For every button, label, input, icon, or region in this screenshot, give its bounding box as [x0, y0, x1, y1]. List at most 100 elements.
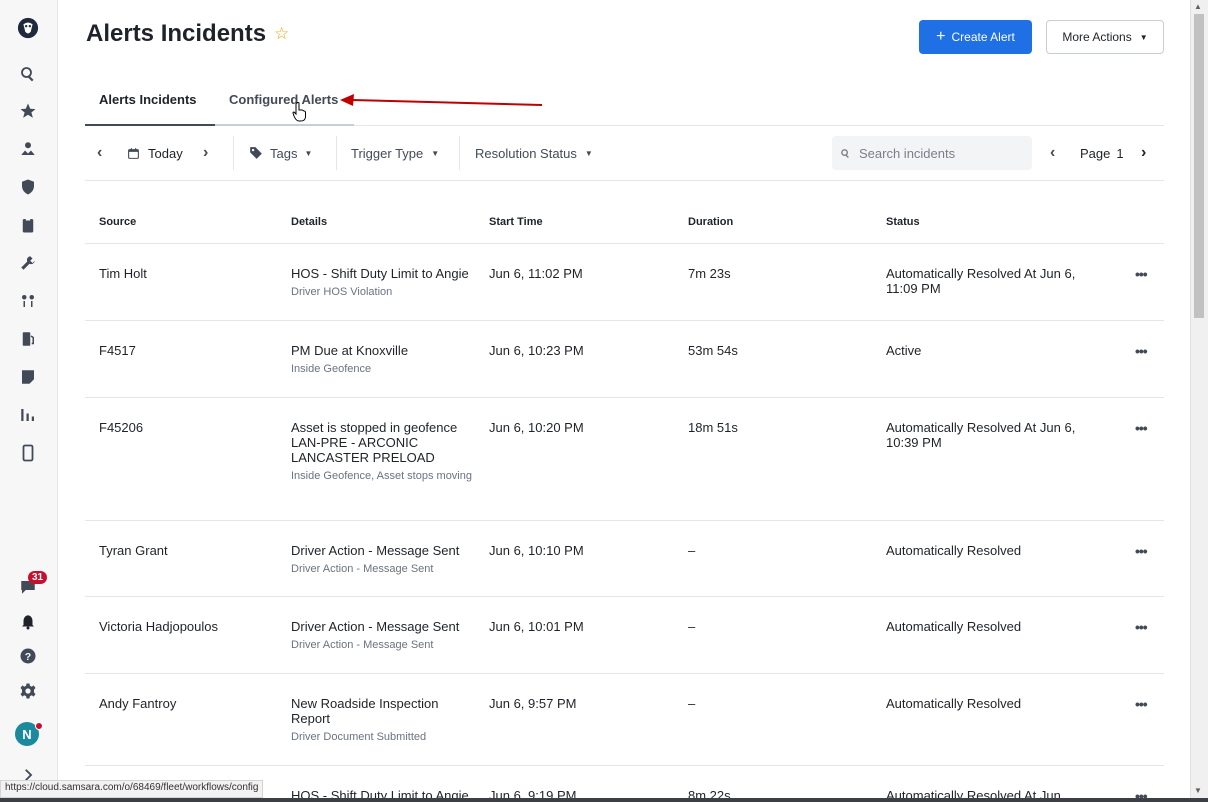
more-actions-label: More Actions	[1062, 30, 1132, 44]
caret-down-icon: ▼	[304, 148, 313, 158]
next-page-button[interactable]: ›	[1141, 126, 1146, 180]
row-detail-sub: Driver Action - Message Sent	[291, 563, 434, 575]
tags-filter[interactable]: Tags ▼	[249, 126, 312, 180]
row-duration: –	[688, 696, 696, 711]
col-status[interactable]: Status	[886, 216, 920, 228]
search-icon[interactable]	[17, 63, 39, 85]
row-source[interactable]: F45206	[99, 420, 143, 435]
documents-icon[interactable]	[17, 366, 39, 388]
row-more-icon[interactable]: •••	[1135, 266, 1148, 282]
row-duration: –	[688, 619, 696, 634]
row-more-icon[interactable]: •••	[1135, 696, 1148, 712]
scrollbar-thumb[interactable]	[1194, 14, 1204, 318]
row-detail-sub: Driver HOS Violation	[291, 286, 393, 298]
row-more-icon[interactable]: •••	[1135, 343, 1148, 359]
row-source[interactable]: Tyran Grant	[99, 543, 168, 558]
row-status: Automatically Resolved At Jun 6, 11:09 P…	[886, 266, 1076, 296]
fleet-map-icon[interactable]	[17, 138, 39, 160]
col-duration[interactable]: Duration	[688, 216, 733, 228]
row-detail-sub: Driver Document Submitted	[291, 731, 427, 743]
plus-icon: +	[936, 28, 946, 45]
row-source[interactable]: Victoria Hadjopoulos	[99, 619, 218, 634]
bottom-border	[0, 798, 1208, 802]
tab-alerts-incidents[interactable]: Alerts Incidents	[99, 92, 197, 107]
row-more-icon[interactable]: •••	[1135, 619, 1148, 635]
row-more-icon[interactable]: •••	[1135, 543, 1148, 559]
create-alert-button[interactable]: + Create Alert	[919, 20, 1032, 54]
tab-configured-alerts[interactable]: Configured Alerts	[229, 92, 338, 107]
prev-date-button[interactable]: ‹	[97, 126, 102, 180]
date-picker[interactable]: Today	[127, 126, 183, 180]
row-detail-title: Driver Action - Message Sent	[291, 543, 460, 558]
next-date-button[interactable]: ›	[203, 126, 208, 180]
svg-text:?: ?	[25, 651, 31, 663]
fuel-icon[interactable]	[17, 328, 39, 350]
create-alert-label: Create Alert	[951, 30, 1015, 44]
col-details[interactable]: Details	[291, 216, 327, 228]
col-start-time[interactable]: Start Time	[489, 216, 543, 228]
row-duration: –	[688, 543, 696, 558]
resolution-status-label: Resolution Status	[475, 145, 577, 161]
prev-page-button[interactable]: ‹	[1050, 126, 1055, 180]
table-row[interactable]: Victoria Hadjopoulos Driver Action - Mes…	[85, 597, 1164, 674]
table-row[interactable]: F45206 Asset is stopped in geofence LAN-…	[85, 398, 1164, 521]
search-icon	[841, 148, 849, 158]
trigger-type-filter[interactable]: Trigger Type ▼	[351, 126, 439, 180]
table-row[interactable]: Tyran Grant Driver Action - Message Sent…	[85, 521, 1164, 597]
calendar-icon	[128, 147, 139, 159]
date-label: Today	[148, 145, 183, 161]
hand-cursor-icon	[292, 102, 306, 122]
tag-icon	[250, 147, 262, 159]
incidents-table: Source Details Start Time Duration Statu…	[85, 204, 1164, 802]
row-details: Driver Action - Message Sent Driver Acti…	[291, 619, 481, 653]
row-detail-title: HOS - Shift Duty Limit to Angie	[291, 266, 469, 281]
row-source[interactable]: F4517	[99, 343, 136, 358]
browser-status-url: https://cloud.samsara.com/o/68469/fleet/…	[0, 780, 264, 798]
col-source[interactable]: Source	[99, 216, 136, 228]
tags-label: Tags	[270, 145, 298, 161]
row-start-time: Jun 6, 10:23 PM	[489, 343, 584, 358]
caret-down-icon: ▼	[584, 148, 593, 158]
compliance-clipboard-icon[interactable]	[17, 214, 39, 236]
more-actions-button[interactable]: More Actions ▼	[1046, 20, 1164, 54]
tab-bar: Alerts Incidents Configured Alerts	[85, 82, 1164, 126]
row-detail-sub: Driver Action - Message Sent	[291, 639, 434, 651]
row-source[interactable]: Andy Fantroy	[99, 696, 176, 711]
favorite-star-icon[interactable]: ☆	[274, 24, 289, 44]
samsara-logo-icon[interactable]	[17, 17, 39, 39]
table-row[interactable]: Andy Fantroy New Roadside Inspection Rep…	[85, 674, 1164, 766]
table-header: Source Details Start Time Duration Statu…	[85, 204, 1164, 244]
safety-shield-icon[interactable]	[17, 176, 39, 198]
row-details: New Roadside Inspection Report Driver Do…	[291, 696, 461, 745]
search-incidents-input[interactable]: Search incidents	[832, 136, 1032, 170]
annotation-arrow	[340, 94, 543, 106]
settings-gear-icon[interactable]	[17, 680, 39, 702]
maintenance-wrench-icon[interactable]	[17, 252, 39, 274]
device-phone-icon[interactable]	[17, 442, 39, 464]
alerts-bell-icon[interactable]	[17, 611, 39, 633]
messages-badge: 31	[28, 571, 48, 584]
help-icon[interactable]: ?	[17, 645, 39, 667]
scroll-down-icon[interactable]: ▼	[1194, 786, 1202, 795]
page-number: 1	[1116, 145, 1124, 161]
row-duration: 53m 54s	[688, 343, 738, 358]
row-duration: 18m 51s	[688, 420, 738, 435]
caret-down-icon: ▼	[1139, 32, 1148, 42]
star-icon[interactable]	[17, 100, 39, 122]
reports-bar-chart-icon[interactable]	[17, 404, 39, 426]
table-row[interactable]: Tim Holt HOS - Shift Duty Limit to Angie…	[85, 244, 1164, 321]
row-detail-title: Asset is stopped in geofence LAN-PRE - A…	[291, 420, 458, 465]
page-indicator: Page 1	[1080, 126, 1124, 180]
dispatch-icon[interactable]	[17, 290, 39, 312]
caret-down-icon: ▼	[431, 148, 440, 158]
resolution-status-filter[interactable]: Resolution Status ▼	[475, 126, 593, 180]
table-row[interactable]: F4517 PM Due at Knoxville Inside Geofenc…	[85, 321, 1164, 398]
row-start-time: Jun 6, 10:01 PM	[489, 619, 584, 634]
row-source[interactable]: Tim Holt	[99, 266, 147, 281]
row-detail-sub: Inside Geofence	[291, 363, 372, 375]
page-label: Page	[1080, 145, 1111, 161]
filter-bar: ‹ Today › Tags ▼ Trigger Type ▼ Resoluti…	[85, 126, 1164, 181]
page-title: Alerts Incidents	[86, 20, 267, 47]
row-more-icon[interactable]: •••	[1135, 420, 1148, 436]
scroll-up-icon[interactable]: ▲	[1194, 2, 1202, 11]
